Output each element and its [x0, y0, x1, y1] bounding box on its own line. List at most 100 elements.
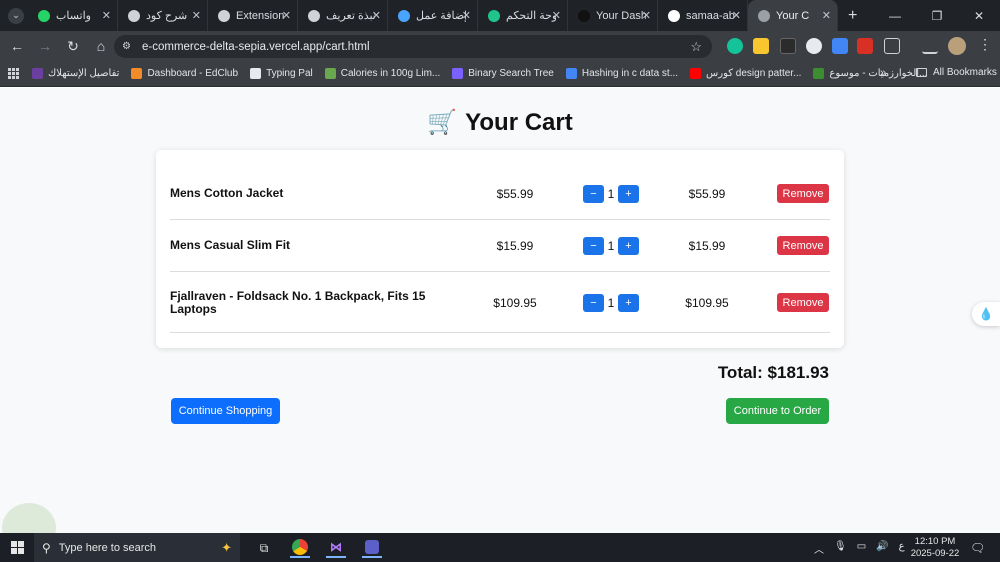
grammarly-extension-icon[interactable]	[727, 38, 743, 54]
item-subtotal: $109.95	[685, 296, 729, 310]
bookmarks-bar: تفاصيل الإستهلاك Dashboard - EdClub Typing…	[0, 61, 1000, 87]
side-panel-widget-icon[interactable]: 💧	[972, 302, 1000, 326]
taskbar-search[interactable]: ⚲ Type here to search ✦	[34, 533, 240, 562]
site-info-icon[interactable]: ⚙	[122, 41, 134, 53]
chrome-taskbar-icon[interactable]	[290, 538, 310, 558]
bookmark-item[interactable]: الخوارزميات - موسوع...	[813, 68, 927, 79]
tab-close-icon[interactable]: ✕	[642, 9, 651, 22]
browser-tab[interactable]: samaa-ab ✕	[658, 0, 748, 31]
bookmark-favicon-icon	[32, 68, 43, 79]
bookmark-item[interactable]: كورس design patter...	[690, 68, 801, 79]
clock[interactable]: 12:10 PM 2025-09-22	[906, 536, 964, 560]
browser-tab[interactable]: لوحة التحكم ✕	[478, 0, 568, 31]
cart-card: Mens Cotton Jacket $55.99−1 + $55.99 Remove M…	[156, 150, 844, 348]
tab-favicon-icon	[578, 9, 590, 22]
profile-avatar[interactable]	[948, 37, 966, 55]
item-name: Mens Cotton Jacket	[170, 186, 284, 200]
tab-close-icon[interactable]: ✕	[372, 9, 381, 22]
new-tab-button[interactable]: +	[848, 7, 857, 25]
tab-close-icon[interactable]: ✕	[462, 9, 471, 22]
extensions-puzzle-icon[interactable]	[884, 38, 900, 54]
bookmark-item[interactable]: Typing Pal	[250, 68, 313, 79]
bookmark-item[interactable]: Dashboard - EdClub	[131, 68, 238, 79]
volume-icon[interactable]: 🔊	[876, 541, 888, 556]
cart-item-row: Fjallraven - Foldsack No. 1 Backpack, Fi…	[170, 272, 830, 333]
chevron-up-icon[interactable]: ︿	[814, 541, 824, 556]
item-subtotal: $55.99	[688, 187, 726, 201]
increase-quantity-button[interactable]: +	[618, 237, 639, 255]
item-subtotal: $15.99	[688, 239, 726, 253]
bookmark-item[interactable]: تفاصيل الإستهلاك	[32, 68, 119, 79]
remove-item-button[interactable]: Remove	[777, 184, 829, 203]
chrome-extension-icon[interactable]	[806, 38, 822, 54]
bookmark-item[interactable]: Hashing in c data st...	[565, 68, 678, 79]
bookmark-favicon-icon	[131, 68, 143, 79]
teams-taskbar-icon[interactable]	[362, 538, 382, 558]
browser-tab[interactable]: إضافة عمل ✕	[388, 0, 478, 31]
remove-item-button[interactable]: Remove	[777, 236, 829, 255]
reload-icon[interactable]: ↻	[60, 33, 86, 59]
item-quantity: 1	[607, 239, 615, 253]
remove-item-button[interactable]: Remove	[777, 293, 829, 312]
browser-tab[interactable]: Your C ✕	[748, 0, 838, 31]
visual-studio-taskbar-icon[interactable]: ⋈	[326, 538, 346, 558]
continue-to-order-button[interactable]: Continue to Order	[726, 398, 829, 424]
bookmark-favicon-icon	[565, 68, 577, 79]
tab-close-icon[interactable]: ✕	[282, 9, 291, 22]
decrease-quantity-button[interactable]: −	[583, 185, 604, 203]
tab-favicon-icon	[398, 9, 410, 22]
forward-icon[interactable]: →	[32, 33, 58, 59]
all-bookmarks-button[interactable]: All Bookmarks	[916, 67, 997, 78]
tab-favicon-icon	[218, 9, 230, 22]
bookmark-item[interactable]: Binary Search Tree	[452, 68, 554, 79]
page-title: 🛒 Your Cart	[0, 108, 1000, 137]
item-price: $55.99	[496, 187, 534, 201]
restore-icon[interactable]: ❐	[916, 0, 958, 31]
tab-favicon-icon	[128, 9, 140, 22]
decrease-quantity-button[interactable]: −	[583, 294, 604, 312]
incognito-extension-icon[interactable]	[780, 38, 796, 54]
translate-extension-icon[interactable]	[832, 38, 848, 54]
tab-title: samaa-ab	[686, 9, 735, 22]
item-name: Mens Casual Slim Fit	[170, 238, 291, 252]
item-quantity: 1	[607, 296, 615, 310]
item-price: $15.99	[496, 239, 534, 253]
increase-quantity-button[interactable]: +	[618, 294, 639, 312]
task-view-icon[interactable]: ⧉	[254, 538, 274, 558]
back-icon[interactable]: ←	[4, 33, 30, 59]
home-icon[interactable]: ⌂	[88, 33, 114, 59]
apps-grid-icon[interactable]	[8, 67, 20, 80]
continue-shopping-button[interactable]: Continue Shopping	[171, 398, 280, 424]
bookmark-item[interactable]: Calories in 100g Lim...	[324, 68, 440, 79]
tab-search-icon[interactable]: ⌄	[8, 7, 24, 24]
notification-icon[interactable]: 🗨	[970, 541, 985, 555]
browser-tab[interactable]: شرح كود ✕	[118, 0, 208, 31]
menu-kebab-icon[interactable]: ⋮	[978, 36, 992, 53]
more-bookmarks-icon[interactable]: »	[880, 67, 886, 79]
battery-icon[interactable]: ▭	[857, 541, 866, 556]
tab-close-icon[interactable]: ✕	[192, 9, 201, 22]
start-button[interactable]	[0, 533, 34, 562]
browser-tab[interactable]: واتساب ✕	[28, 0, 118, 31]
cart-item-row: Mens Casual Slim Fit $15.99 −1 + $15.99 Remov…	[170, 220, 830, 272]
bookmark-label: Dashboard - EdClub	[147, 68, 239, 79]
browser-tab[interactable]: Extension ✕	[208, 0, 298, 31]
increase-quantity-button[interactable]: +	[618, 185, 639, 203]
tab-close-icon[interactable]: ✕	[102, 9, 111, 22]
bookmark-star-icon[interactable]: ☆	[690, 39, 702, 55]
download-icon[interactable]	[922, 38, 938, 54]
pdf-extension-icon[interactable]	[857, 38, 873, 54]
tab-close-icon[interactable]: ✕	[732, 9, 741, 22]
tab-title: لوحة التحكم	[506, 10, 556, 22]
browser-tab[interactable]: Your Dash ✕	[568, 0, 658, 31]
tab-close-icon[interactable]: ✕	[822, 9, 831, 22]
browser-tab[interactable]: نبذة تعريف ✕	[298, 0, 388, 31]
close-window-icon[interactable]: ✕	[958, 0, 1000, 31]
tab-close-icon[interactable]: ✕	[552, 9, 561, 22]
language-indicator[interactable]: ع	[899, 541, 905, 556]
decrease-quantity-button[interactable]: −	[583, 237, 604, 255]
microphone-icon[interactable]: 🎙	[834, 541, 847, 556]
address-bar[interactable]: ⚙ e-commerce-delta-sepia.vercel.app/cart…	[114, 35, 712, 58]
minimize-icon[interactable]: —	[874, 0, 916, 31]
keep-extension-icon[interactable]	[753, 38, 769, 54]
